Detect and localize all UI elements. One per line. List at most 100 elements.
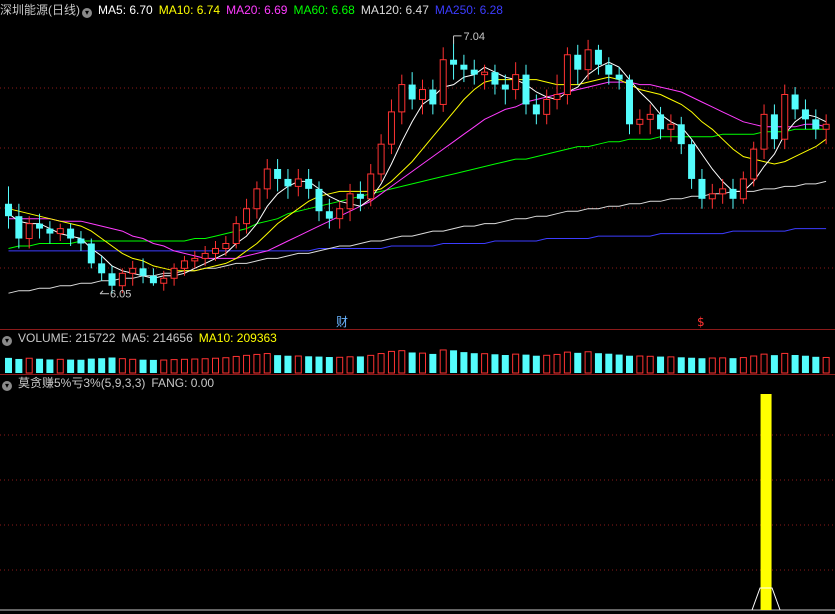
candle-up [543,98,551,115]
chevron-down-icon[interactable]: ▾ [2,336,12,346]
volume-bar [791,355,799,373]
candle-up [419,89,426,100]
ma10-line [8,76,827,272]
volume-bar [243,354,251,374]
candle-down [98,263,106,274]
candle-up [25,223,33,240]
candle-up [180,260,188,269]
candle-up [160,277,168,284]
candle-up [481,71,489,76]
candle-up [636,118,644,125]
candle-up [346,193,354,210]
candle-up [553,94,561,100]
volume-bar [750,355,758,374]
candle-up [336,208,344,220]
volume-bar [646,355,654,374]
volume-bar [429,353,437,373]
volume-header: ▾ VOLUME: 215722 MA5: 214656 MA10: 209363 [0,330,283,346]
volume-bar [367,354,375,374]
volume-bar [470,353,478,373]
candle-down [501,84,509,90]
candle-up [367,173,375,200]
volume-bar [67,359,75,373]
volume-bar [708,357,716,374]
candle-down [429,89,437,105]
volume-bar [563,351,571,374]
candle-up [563,54,571,95]
volume-bar [398,350,406,374]
candle-down [698,178,706,199]
candle-down [305,178,313,189]
candle-up [253,188,261,210]
volume-bar [667,356,675,374]
volume-bar [812,356,820,373]
volume-bar [439,349,447,374]
low-label: 6.05 [110,289,131,301]
volume-bar [636,355,644,374]
candle-down [657,114,665,130]
volume-bar [98,358,106,373]
candle-up [294,178,302,187]
price-chart[interactable]: 7.04 6.05 财 $ [0,0,835,330]
volume-bar [532,355,540,373]
candle-down [284,178,292,187]
volume-ma10: MA10: 209363 [198,331,277,345]
candle-down [460,64,468,70]
candle-up [760,113,768,150]
candle-down [791,94,799,110]
candle-down [801,109,809,120]
candle-down [139,268,147,276]
candle-down [594,49,602,65]
volume-bar [657,356,665,373]
volume-bar [615,354,623,373]
volume-bar [129,358,137,374]
candle-down [522,74,530,105]
volume-bar [822,356,830,374]
candle-up [439,59,447,105]
volume-bar [698,358,706,373]
candle-down [87,243,95,264]
candle-up [387,111,395,145]
candle-up [170,267,178,279]
volume-bar [274,355,282,373]
candle-down [315,188,323,212]
candle-down [491,72,499,85]
candle-down [812,119,820,130]
candle-up [201,252,209,259]
candle-up [56,228,64,235]
volume-bar [605,353,613,373]
candle-up [822,123,830,130]
candle-up [512,74,520,91]
high-label: 7.04 [464,31,485,43]
candle-down [615,74,623,80]
candle-down [408,84,416,100]
candle-up [719,188,727,195]
volume-bar [408,352,416,373]
volume-bar [688,357,696,373]
ma250-line [8,228,827,252]
fang-signal-outline [751,587,781,611]
volume-bar [356,356,364,373]
volume-bar [553,353,561,374]
candle-down [729,188,737,199]
candle-up [584,49,592,71]
chevron-down-icon[interactable]: ▾ [2,381,12,391]
volume-bar [284,355,292,373]
volume-bar [387,350,395,374]
volume-bar [5,357,12,373]
candle-down [46,228,54,234]
volume-ma5: MA5: 214656 [121,331,193,345]
fang-signal-bar [760,394,772,610]
volume-bar [56,358,64,374]
candle-up [739,178,747,200]
candle-down [450,59,458,65]
candle-up [243,208,251,225]
volume-bar [801,355,809,373]
volume-bar [594,353,602,373]
candle-down [325,211,333,219]
candle-up [377,143,385,175]
volume-bar [419,352,426,374]
dividend-marker: $ [697,315,705,329]
candle-down [5,203,12,217]
indicator-header: ▾ 莫贪赚5%亏3%(5,9,3,3) FANG: 0.00 [0,375,220,391]
